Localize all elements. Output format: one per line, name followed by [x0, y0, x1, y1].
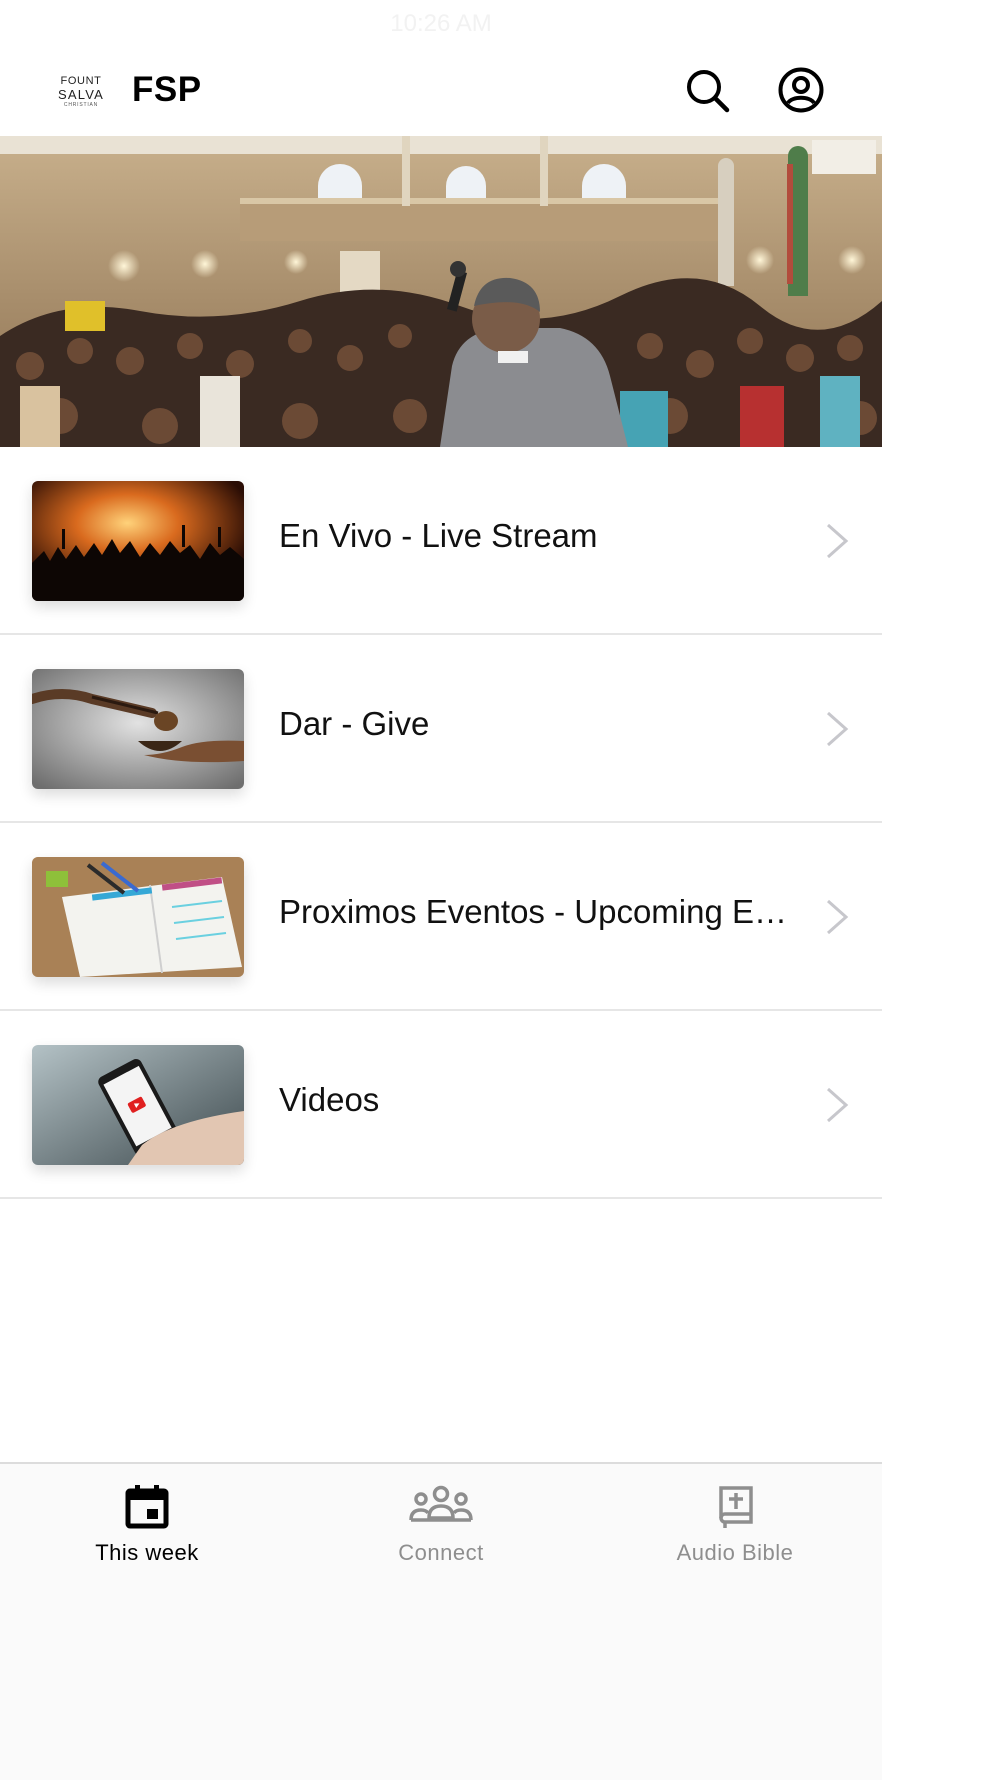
- chevron-right-icon: [822, 709, 852, 749]
- chevron-right-icon: [822, 1085, 852, 1125]
- list-item-label: Videos: [279, 1081, 380, 1118]
- account-button[interactable]: [777, 66, 825, 114]
- app-header: FOUNT SALVA CHRISTIAN FSP: [0, 48, 882, 136]
- tab-label: Connect: [398, 1540, 484, 1565]
- tab-this-week[interactable]: This week: [0, 1464, 294, 1574]
- list-item-live-stream[interactable]: En Vivo - Live Stream: [0, 447, 882, 635]
- chevron-right-icon: [822, 521, 852, 561]
- concert-crowd-image: [32, 481, 244, 601]
- congregation-worship-image: [0, 136, 882, 447]
- planner-notebook-image: [32, 857, 244, 977]
- logo-line-3: CHRISTIAN: [63, 102, 99, 108]
- calendar-icon: [123, 1482, 171, 1530]
- offering-bowl-image: [32, 669, 244, 789]
- phone-video-image: [32, 1045, 244, 1165]
- give-thumbnail: [32, 669, 244, 789]
- search-button[interactable]: [683, 66, 731, 114]
- people-icon: [409, 1482, 473, 1530]
- list-item-videos[interactable]: Videos: [0, 1011, 882, 1199]
- tab-audio-bible[interactable]: Audio Bible: [588, 1464, 882, 1574]
- church-logo: FOUNT SALVA CHRISTIAN: [58, 76, 104, 110]
- upcoming-events-thumbnail: [32, 857, 244, 977]
- account-circle-icon: [778, 67, 824, 113]
- list-item-label: Proximos Eventos - Upcoming Events: [279, 893, 799, 930]
- list-item-upcoming-events[interactable]: Proximos Eventos - Upcoming Events: [0, 823, 882, 1011]
- content-list: En Vivo - Live Stream Dar - Give Proximo…: [0, 447, 882, 1199]
- status-bar-time: 10:26 AM: [390, 10, 492, 37]
- chevron-right-icon: [822, 897, 852, 937]
- app-screen: 10:26 AM FOUNT SALVA CHRISTIAN FSP En Vi…: [0, 0, 882, 1780]
- hero-banner[interactable]: [0, 136, 882, 447]
- list-item-give[interactable]: Dar - Give: [0, 635, 882, 823]
- logo-line-2: SALVA: [58, 87, 104, 102]
- tab-connect[interactable]: Connect: [294, 1464, 588, 1574]
- list-item-label: En Vivo - Live Stream: [279, 517, 598, 554]
- search-icon: [687, 70, 730, 113]
- app-title: FSP: [132, 70, 202, 109]
- live-stream-thumbnail: [32, 481, 244, 601]
- list-item-label: Dar - Give: [279, 705, 430, 742]
- logo-line-1: FOUNT: [60, 75, 102, 87]
- videos-thumbnail: [32, 1045, 244, 1165]
- tab-label: This week: [95, 1540, 199, 1565]
- bottom-tab-bar: This week Connect Audio Bible: [0, 1462, 882, 1780]
- tab-label: Audio Bible: [676, 1540, 794, 1565]
- bible-icon: [711, 1482, 759, 1530]
